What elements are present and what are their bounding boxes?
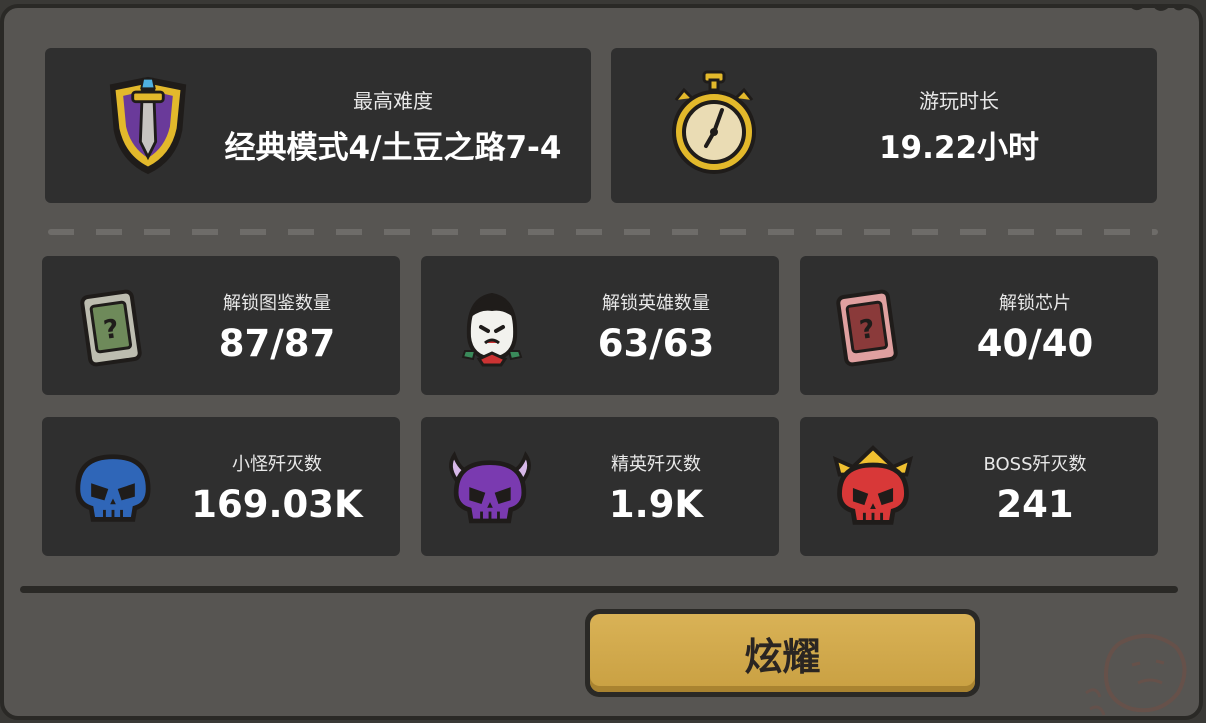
dashed-separator bbox=[48, 229, 1158, 235]
stat-unlocked-compendium: ? 解锁图鉴数量 87/87 bbox=[42, 256, 400, 395]
stat-unlocked-heroes: 解锁英雄数量 63/63 bbox=[421, 256, 779, 395]
stat-label: 游玩时长 bbox=[919, 89, 999, 113]
footer-divider bbox=[20, 586, 1178, 593]
stat-label: 小怪歼灭数 bbox=[232, 454, 322, 475]
stat-value: 1.9K bbox=[608, 483, 704, 526]
corner-decoration-icon bbox=[1128, 4, 1184, 11]
potato-doodle-icon bbox=[1085, 634, 1187, 716]
stat-value: 经典模式4/土豆之路7-4 bbox=[224, 130, 562, 166]
shield-sword-icon bbox=[109, 76, 187, 175]
stat-play-time: 游玩时长 19.22小时 bbox=[611, 48, 1157, 203]
mystery-card-icon: ? bbox=[80, 289, 142, 367]
stat-unlocked-chips: ? 解锁芯片 40/40 bbox=[800, 256, 1158, 395]
stat-label: 解锁芯片 bbox=[999, 293, 1071, 314]
blue-skull-icon bbox=[75, 454, 151, 522]
stat-value: 19.22小时 bbox=[878, 130, 1040, 166]
stat-value: 87/87 bbox=[218, 322, 336, 365]
stat-boss-kills: BOSS歼灭数 241 bbox=[800, 417, 1158, 556]
stopwatch-icon bbox=[672, 70, 756, 174]
show-off-button-label: 炫耀 bbox=[590, 614, 975, 692]
stat-label: 解锁图鉴数量 bbox=[223, 293, 331, 314]
stat-label: BOSS歼灭数 bbox=[983, 454, 1087, 475]
stat-label: 精英歼灭数 bbox=[611, 454, 701, 475]
show-off-button[interactable]: 炫耀 bbox=[585, 609, 980, 697]
stat-label: 最高难度 bbox=[353, 89, 433, 113]
stat-value: 169.03K bbox=[191, 483, 363, 526]
stat-value: 241 bbox=[996, 483, 1074, 526]
stat-value: 63/63 bbox=[597, 322, 715, 365]
stat-value: 40/40 bbox=[976, 322, 1094, 365]
stat-elite-kills: 精英歼灭数 1.9K bbox=[421, 417, 779, 556]
red-chip-icon: ? bbox=[836, 289, 898, 367]
purple-horned-skull-icon bbox=[449, 451, 531, 524]
red-crowned-skull-icon bbox=[832, 445, 914, 525]
stat-highest-difficulty: 最高难度 经典模式4/土豆之路7-4 bbox=[45, 48, 591, 203]
stat-minion-kills: 小怪歼灭数 169.03K bbox=[42, 417, 400, 556]
stat-label: 解锁英雄数量 bbox=[602, 293, 710, 314]
hero-face-icon bbox=[461, 292, 523, 367]
